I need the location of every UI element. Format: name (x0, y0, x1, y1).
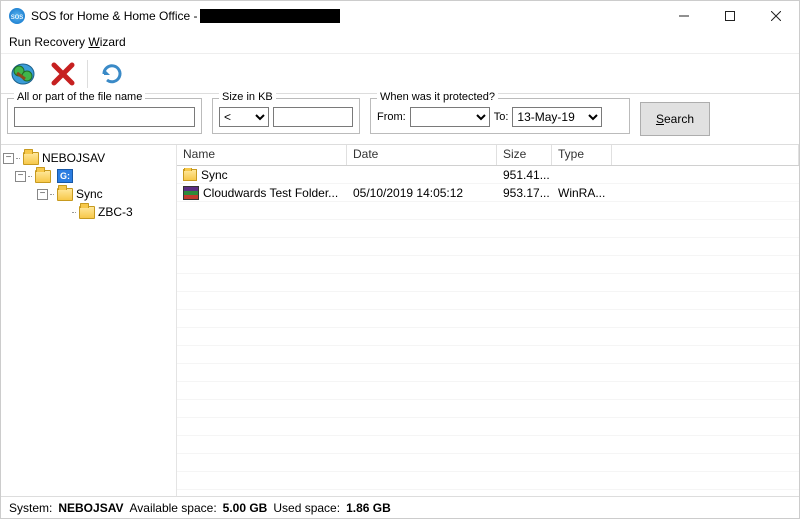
filename-legend: All or part of the file name (14, 91, 145, 103)
folder-icon (57, 188, 73, 201)
list-item[interactable]: Sync 951.41... (177, 166, 799, 184)
size-input[interactable] (273, 107, 353, 127)
drive-icon: G: (57, 169, 73, 183)
app-window: sos SOS for Home & Home Office - Run Rec… (0, 0, 800, 519)
to-label: To: (494, 111, 509, 123)
refresh-icon[interactable] (96, 58, 128, 90)
list-item[interactable]: Cloudwards Test Folder... 05/10/2019 14:0… (177, 184, 799, 202)
status-avail-value: 5.00 GB (223, 501, 268, 515)
from-date-select[interactable] (410, 107, 490, 127)
size-fieldset: Size in KB < (212, 98, 360, 134)
folder-tree[interactable]: − NEBOJSAV − G: − Sync ZBC-3 (1, 145, 177, 496)
collapse-icon[interactable]: − (37, 189, 48, 200)
search-button[interactable]: Search (640, 102, 710, 136)
file-name: Sync (201, 168, 228, 182)
date-legend: When was it protected? (377, 91, 498, 103)
minimize-button[interactable] (661, 1, 707, 31)
tree-root[interactable]: − NEBOJSAV (3, 149, 174, 167)
collapse-icon[interactable]: − (3, 153, 14, 164)
status-system-value: NEBOJSAV (58, 501, 123, 515)
folder-icon (35, 170, 51, 183)
status-used-label: Used space: (273, 501, 340, 515)
archive-icon (183, 186, 199, 200)
filename-input[interactable] (14, 107, 195, 127)
file-date: 05/10/2019 14:05:12 (347, 186, 497, 200)
status-used-value: 1.86 GB (346, 501, 391, 515)
status-avail-label: Available space: (129, 501, 216, 515)
list-header: Name Date Size Type (177, 145, 799, 166)
list-body[interactable]: Sync 951.41... Cloudwards Test Folder... 05… (177, 166, 799, 496)
tree-sync-label: Sync (76, 187, 103, 201)
file-list: Name Date Size Type Sync 951.41... Cloudwa… (177, 145, 799, 496)
date-fieldset: When was it protected? From: To: 13-May-… (370, 98, 630, 134)
col-type[interactable]: Type (552, 145, 612, 165)
filter-bar: All or part of the file name Size in KB … (1, 93, 799, 144)
recover-icon[interactable] (7, 58, 39, 90)
maximize-button[interactable] (707, 1, 753, 31)
close-button[interactable] (753, 1, 799, 31)
folder-icon (23, 152, 39, 165)
toolbar (1, 53, 799, 93)
tree-sync[interactable]: − Sync (3, 185, 174, 203)
body-split: − NEBOJSAV − G: − Sync ZBC-3 (1, 144, 799, 496)
file-size: 953.17... (497, 186, 552, 200)
file-size: 951.41... (497, 168, 552, 182)
col-date[interactable]: Date (347, 145, 497, 165)
to-date-select[interactable]: 13-May-19 (512, 107, 602, 127)
status-system-label: System: (9, 501, 52, 515)
menubar: Run Recovery Wizard (1, 31, 799, 53)
tree-root-label: NEBOJSAV (42, 151, 105, 165)
folder-icon (79, 206, 95, 219)
titlebar: sos SOS for Home & Home Office - (1, 1, 799, 31)
file-type: WinRA... (552, 186, 612, 200)
file-name: Cloudwards Test Folder... (203, 186, 338, 200)
filename-fieldset: All or part of the file name (7, 98, 202, 134)
size-op-select[interactable]: < (219, 107, 269, 127)
app-icon: sos (9, 8, 25, 24)
size-legend: Size in KB (219, 91, 276, 103)
collapse-icon[interactable]: − (15, 171, 26, 182)
folder-icon (183, 169, 197, 181)
col-spacer (612, 145, 799, 165)
tree-zbc[interactable]: ZBC-3 (3, 203, 174, 221)
window-title: SOS for Home & Home Office - (31, 9, 198, 23)
status-bar: System: NEBOJSAV Available space: 5.00 G… (1, 496, 799, 518)
delete-icon[interactable] (47, 58, 79, 90)
tree-zbc-label: ZBC-3 (98, 205, 133, 219)
toolbar-separator (87, 60, 88, 88)
from-label: From: (377, 111, 406, 123)
col-name[interactable]: Name (177, 145, 347, 165)
run-recovery-wizard-menu[interactable]: Run Recovery Wizard (9, 35, 126, 49)
col-size[interactable]: Size (497, 145, 552, 165)
tree-drive[interactable]: − G: (3, 167, 174, 185)
redacted-title-segment (200, 9, 340, 23)
